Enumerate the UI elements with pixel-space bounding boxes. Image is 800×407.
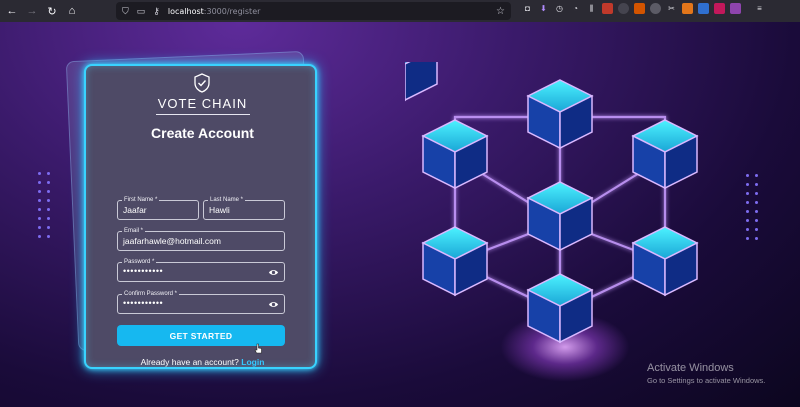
first-name-label: First Name * [122,196,160,204]
password-label: Password * [122,258,157,266]
confirm-password-field[interactable]: Confirm Password * ••••••••••• [117,290,285,314]
extension-orange-icon[interactable] [634,3,645,14]
brand-name: VOTE CHAIN [157,96,248,111]
login-prompt: Already have an account? Login [86,357,319,367]
activate-windows-watermark: Activate Windows Go to Settings to activ… [647,362,765,385]
page-title: Create Account [151,125,254,141]
activate-windows-subtitle: Go to Settings to activate Windows. [647,376,766,385]
page-icon: ▭ [136,5,146,16]
last-name-label: Last Name * [208,196,246,204]
first-name-field[interactable]: First Name * Jaafar [117,196,199,220]
decor-dots-right [746,174,759,240]
reload-button[interactable]: ↻ [42,0,62,22]
first-name-value: Jaafar [123,205,147,215]
eye-icon[interactable] [268,299,279,310]
extension-red-icon[interactable] [602,3,613,14]
home-button[interactable]: ⌂ [62,0,82,22]
eye-icon[interactable] [268,267,279,278]
extension-dark-icon[interactable] [618,3,629,14]
extension-blue-icon[interactable] [698,3,709,14]
confirm-password-value: ••••••••••• [123,298,164,308]
back-arrow-icon: ← [6,5,18,17]
forward-button[interactable]: → [22,0,42,22]
blockchain-network-illustration [405,62,698,343]
register-page: VOTE CHAIN Create Account First Name * J… [0,22,800,407]
bookmark-star-icon[interactable]: ☆ [496,6,505,17]
url-text[interactable]: localhost:3000/register [168,7,261,16]
download-icon[interactable]: ⬇ [538,3,549,14]
extension-multi-icon[interactable] [730,3,741,14]
block-cube [405,62,438,102]
extensions-bar: ◘ ⬇ ◷ ◔ ⫼ ✂ ≡ [522,3,765,14]
home-icon: ⌂ [68,5,76,17]
shield-check-logo-icon [194,73,210,93]
login-prompt-text: Already have an account? [140,357,239,367]
decor-dots-left [38,172,51,238]
extension-pink-icon[interactable] [714,3,725,14]
confirm-password-label: Confirm Password * [122,290,180,298]
brand-divider [156,114,250,115]
hand-cursor-icon [254,343,262,354]
password-field[interactable]: Password * ••••••••••• [117,258,285,282]
menu-icon[interactable]: ≡ [754,3,765,14]
metamask-icon[interactable] [682,3,693,14]
forward-arrow-icon: → [26,5,38,17]
login-link[interactable]: Login [241,357,264,367]
extension-tools-icon[interactable]: ✂ [666,3,677,14]
last-name-value: Hawli [209,205,230,215]
email-label: Email * [122,227,146,235]
email-value: jaafarhawle@hotmail.com [123,236,221,246]
clock-icon[interactable]: ◔ [570,3,581,14]
last-name-field[interactable]: Last Name * Hawli [203,196,285,220]
browser-toolbar: ← → ↻ ⌂ ⛉ ▭ ⚷ localhost:3000/register ☆ … [0,0,800,22]
activate-windows-title: Activate Windows [647,362,734,374]
url-bar[interactable]: ⛉ ▭ ⚷ localhost:3000/register ☆ [116,2,511,20]
shield-icon[interactable]: ⛉ [122,6,129,17]
back-button[interactable]: ← [2,0,22,22]
pocket-icon[interactable]: ◘ [522,3,533,14]
reload-icon: ↻ [47,5,57,18]
extension-gray-icon[interactable] [650,3,661,14]
register-card: VOTE CHAIN Create Account First Name * J… [84,64,317,369]
key-icon[interactable]: ⚷ [153,6,160,17]
library-icon[interactable]: ⫼ [586,3,597,14]
history-icon[interactable]: ◷ [554,3,565,14]
password-value: ••••••••••• [123,266,164,276]
email-field[interactable]: Email * jaafarhawle@hotmail.com [117,227,285,251]
